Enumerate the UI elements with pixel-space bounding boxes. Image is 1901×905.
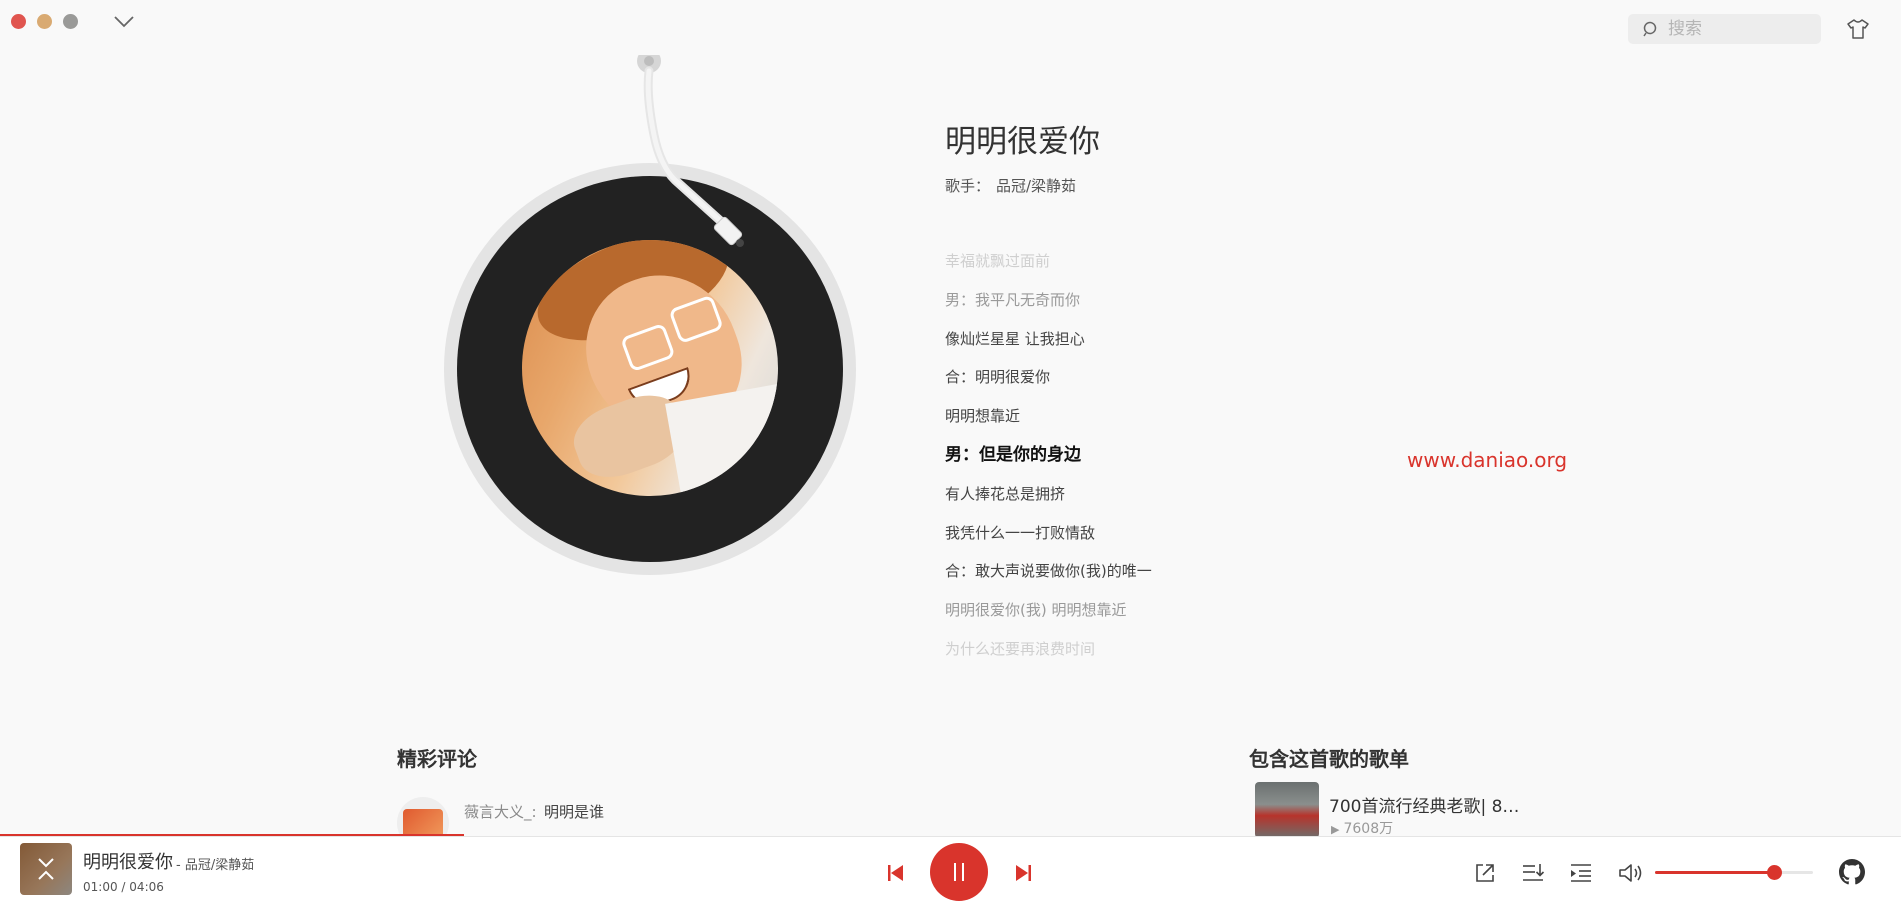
lyric-line: 合：明明很爱你 [945,368,1051,387]
download-list-icon [1523,864,1545,881]
skip-previous-icon [888,865,903,881]
lyric-line: 为什么还要再浪费时间 [945,639,1096,658]
current-time: 01:00 [83,880,118,894]
skip-next-icon [1016,865,1031,881]
share-icon [1476,864,1494,882]
tshirt-icon [1847,19,1869,39]
volume-icon [1619,864,1642,882]
time-display: 01:00 / 04:06 [83,880,164,894]
playlist-cover[interactable] [1255,782,1319,838]
comments-title: 精彩评论 [397,747,477,771]
comment-user[interactable]: 薇言大义_: [464,801,537,822]
progress-fill [0,834,464,836]
volume-slider[interactable] [1655,865,1813,880]
mini-album-cover[interactable] [20,843,72,895]
playlists-title: 包含这首歌的歌单 [1249,747,1409,771]
queue-list-icon [1571,864,1591,882]
github-button[interactable] [1836,856,1868,888]
pause-icon [954,863,964,881]
comment-text: 明明是谁 [544,803,605,821]
lyric-line: 幸福就飘过面前 [945,252,1051,270]
now-playing-artist[interactable]: - 品冠/梁静茹 [176,854,254,873]
singer-label: 歌手： [945,177,991,195]
volume-button[interactable] [1616,858,1646,888]
volume-fill [1655,871,1774,874]
search-icon [1643,21,1657,37]
chevron-down-icon [114,16,134,28]
duration: 04:06 [129,880,164,894]
pause-button[interactable] [930,843,988,901]
next-button[interactable] [1009,858,1039,888]
previous-button[interactable] [880,858,910,888]
watermark: www.daniao.org [1407,448,1568,472]
singer-link[interactable]: 品冠/梁静茹 [996,175,1076,196]
download-button[interactable] [1518,858,1548,888]
lyric-line: 我凭什么一一打败情敌 [945,523,1096,542]
lyric-line: 有人捧花总是拥挤 [945,484,1066,503]
close-window-button[interactable] [11,14,26,29]
search-box[interactable] [1628,14,1821,44]
github-icon [1839,859,1865,885]
volume-knob[interactable] [1766,865,1782,880]
lyric-line: 男：但是你的身边 [945,444,1081,465]
maximize-window-button[interactable] [63,14,78,29]
minimize-window-button[interactable] [37,14,52,29]
song-title: 明明很爱你 [945,124,1100,160]
now-playing-title: 明明很爱你 [83,852,173,873]
playlist-title[interactable]: 700首流行经典老歌| 8… [1329,792,1519,817]
share-button[interactable] [1470,858,1500,888]
search-input[interactable] [1666,18,1820,40]
lyric-line: 像灿烂星星 让我担心 [945,329,1085,348]
skin-button[interactable] [1844,15,1872,43]
lyrics-panel[interactable]: 幸福就飘过面前男：我平凡无奇而你 像灿烂星星 让我担心 合：明明很爱你 明明想靠近男：… [945,250,1445,677]
playlist-button[interactable] [1566,858,1596,888]
tonearm [637,55,744,247]
progress-bar[interactable] [0,834,1901,836]
lyric-line: 明明很爱你(我) 明明想靠近 [945,601,1127,620]
lyric-line: 明明想靠近 [945,407,1021,426]
lyric-line: 合：敢大声说要做你(我)的唯一 [945,562,1152,581]
collapse-player-button[interactable] [111,9,137,35]
time-separator: / [121,880,126,894]
lyric-line: 男：我平凡无奇而你 [945,290,1081,309]
expand-icon [38,858,54,880]
